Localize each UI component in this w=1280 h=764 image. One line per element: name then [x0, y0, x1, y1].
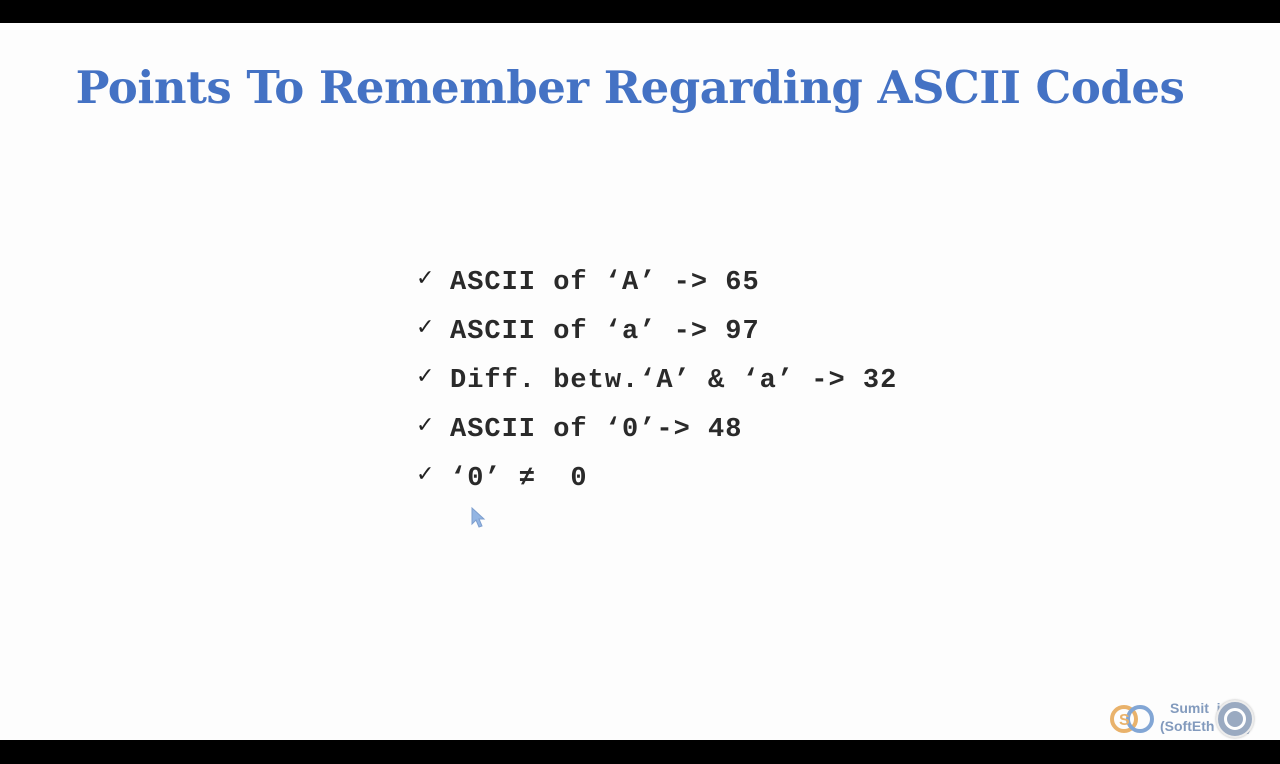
channel-watermark: S Sumit i (SoftEth ch.) — [1108, 698, 1278, 740]
presenter-avatar-icon — [1216, 700, 1254, 738]
bullet-text: ASCII of ‘0’-> 48 — [450, 414, 743, 445]
bullet-item: ✓ ASCII of ‘0’-> 48 — [416, 405, 897, 454]
bullet-text: ASCII of ‘a’ -> 97 — [450, 316, 760, 347]
bullet-item: ✓ ASCII of ‘a’ -> 97 — [416, 307, 897, 356]
checkmark-icon: ✓ — [416, 266, 435, 291]
slide: Points To Remember Regarding ASCII Codes… — [0, 23, 1280, 740]
watermark-name: Sumit i — [1170, 700, 1221, 716]
bullet-list: ✓ ASCII of ‘A’ -> 65 ✓ ASCII of ‘a’ -> 9… — [416, 258, 897, 503]
bullet-text: ‘0’ ≠ 0 — [450, 463, 588, 494]
bullet-item: ✓ Diff. betw.‘A’ & ‘a’ -> 32 — [416, 356, 897, 405]
softeth-logo-icon: S — [1110, 705, 1154, 733]
slide-title: Points To Remember Regarding ASCII Codes — [75, 61, 1185, 114]
checkmark-icon: ✓ — [416, 413, 435, 438]
checkmark-icon: ✓ — [416, 315, 435, 340]
bullet-text: Diff. betw.‘A’ & ‘a’ -> 32 — [450, 365, 898, 396]
svg-text:S: S — [1119, 712, 1130, 729]
checkmark-icon: ✓ — [416, 364, 435, 389]
bullet-text: ASCII of ‘A’ -> 65 — [450, 267, 760, 298]
checkmark-icon: ✓ — [416, 462, 435, 487]
bullet-item: ✓ ‘0’ ≠ 0 — [416, 454, 897, 503]
bullet-item: ✓ ASCII of ‘A’ -> 65 — [416, 258, 897, 307]
mouse-pointer-icon — [471, 507, 486, 528]
video-frame: Points To Remember Regarding ASCII Codes… — [0, 0, 1280, 764]
